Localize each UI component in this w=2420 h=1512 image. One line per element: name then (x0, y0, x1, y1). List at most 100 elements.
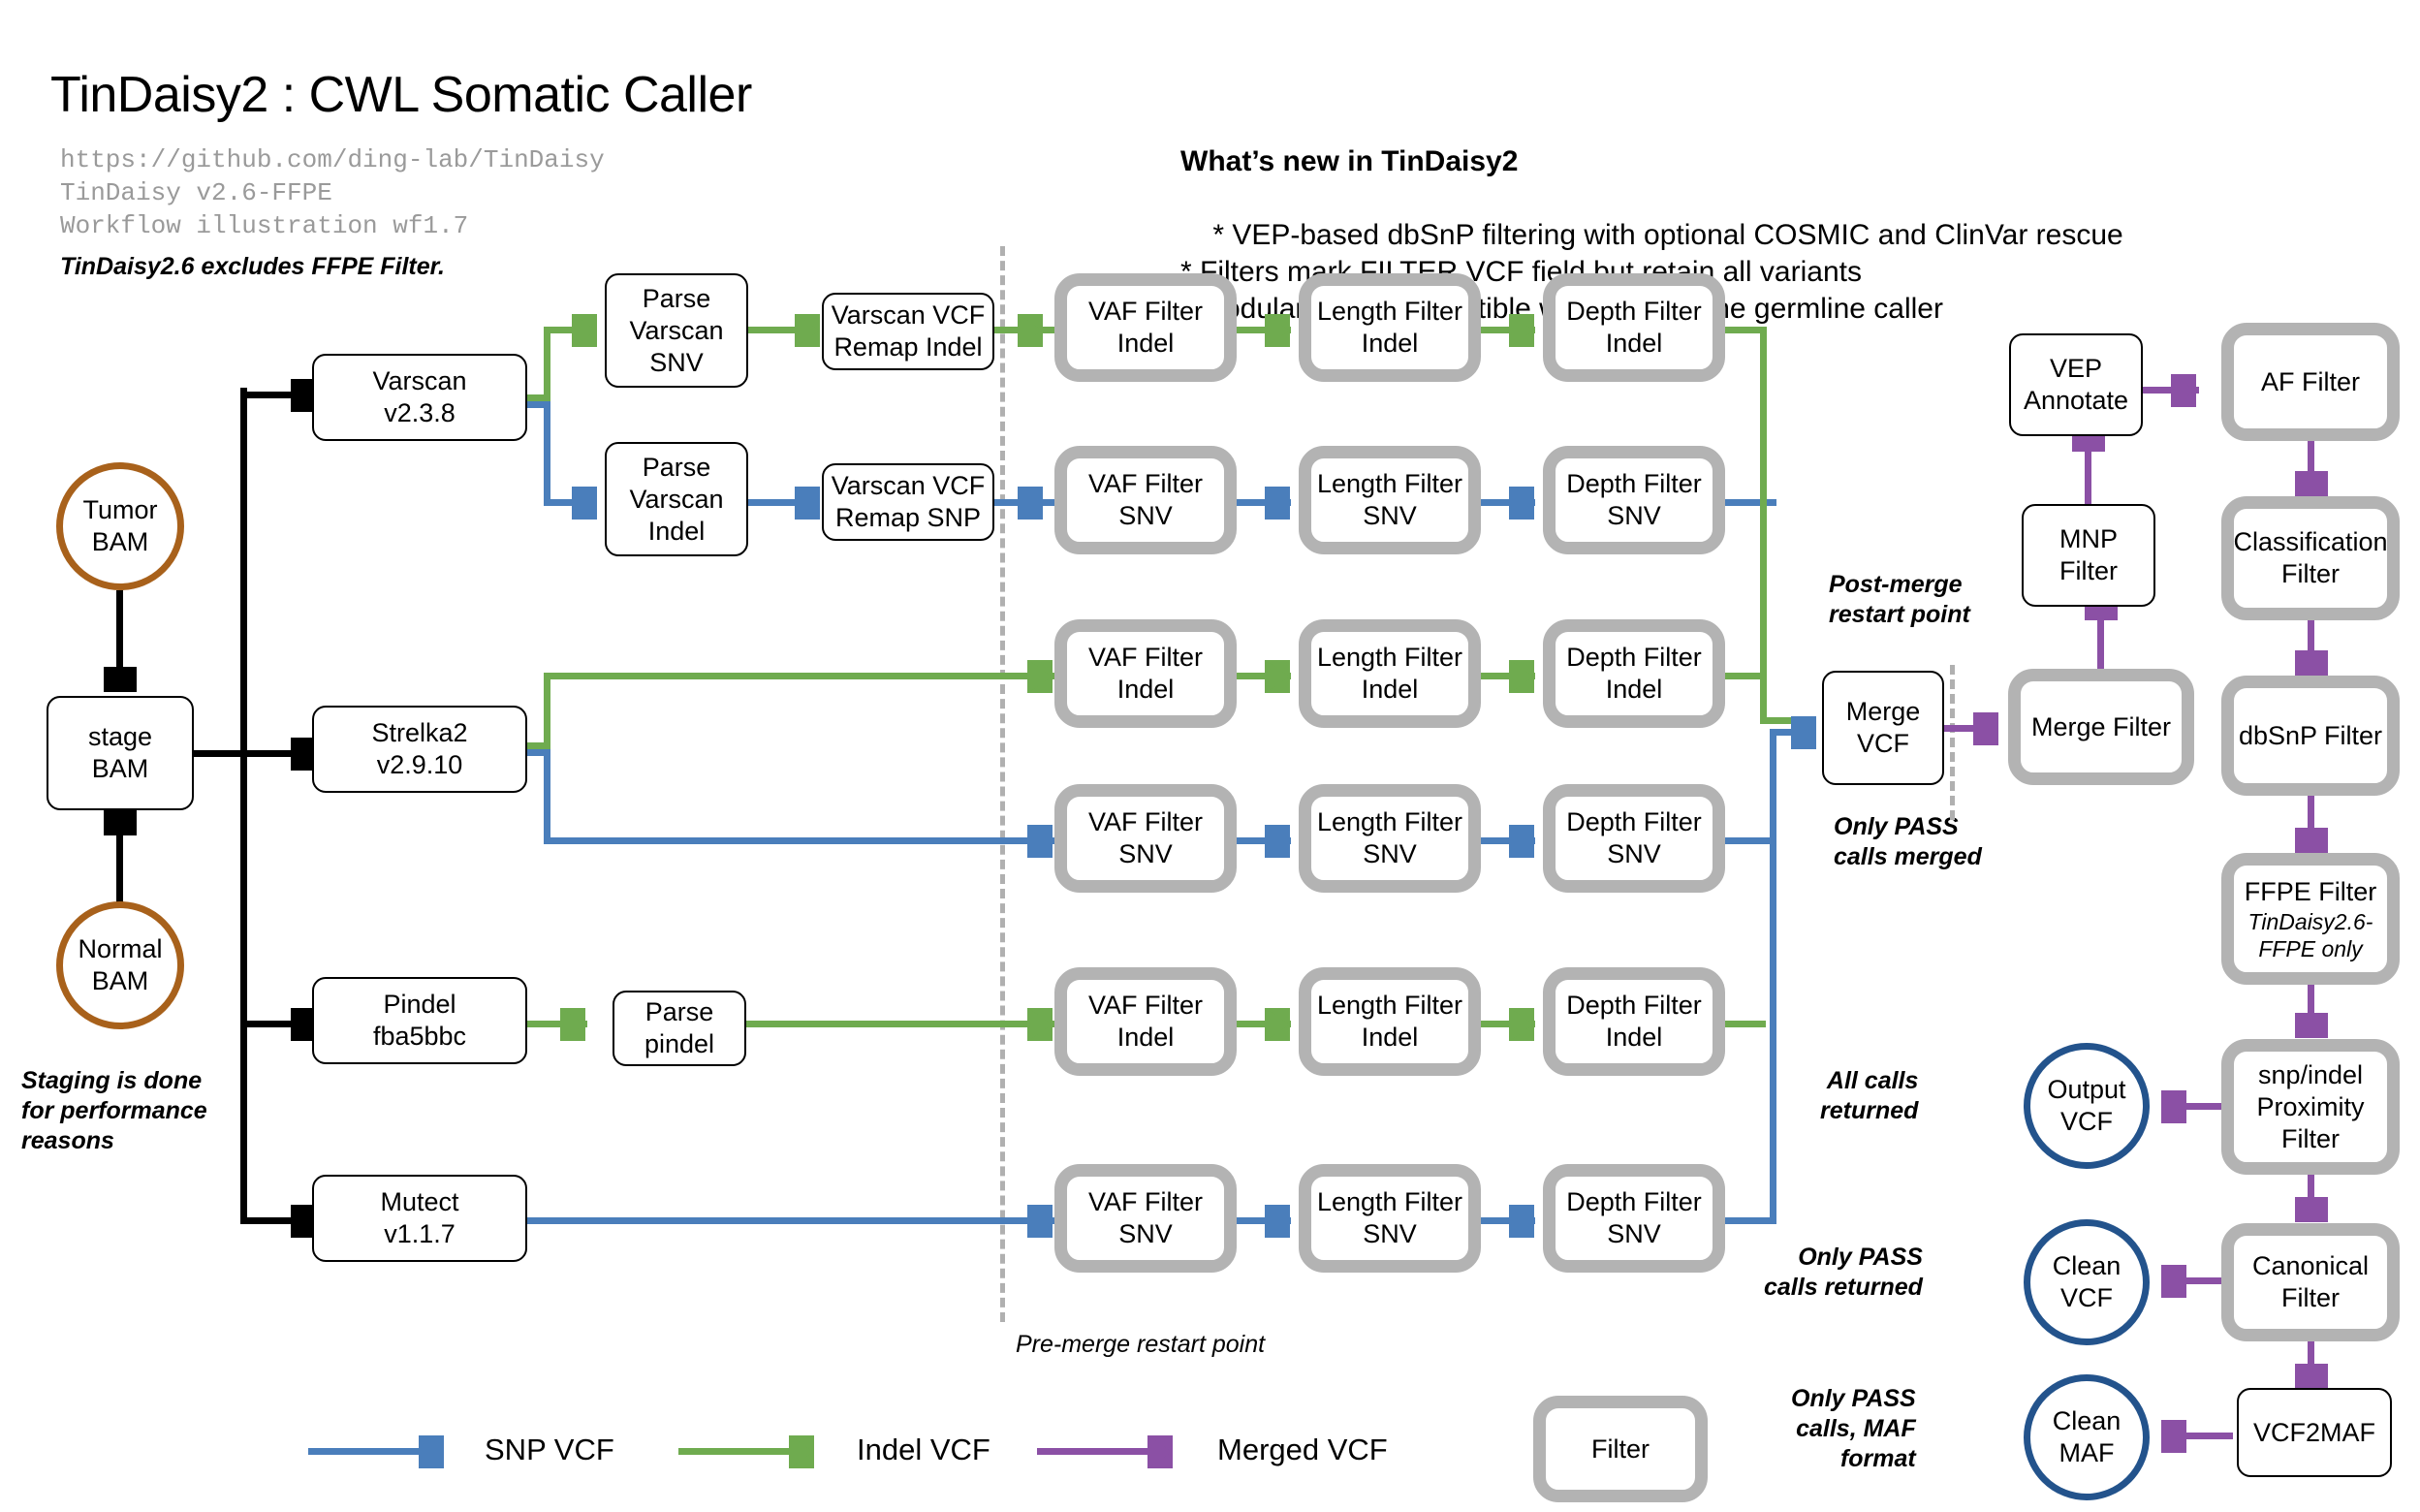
arrow-canonical-to-cleanvcf (2161, 1265, 2186, 1298)
legend-snp-line (308, 1448, 426, 1455)
canonical-filter-node[interactable]: Canonical Filter (2221, 1223, 2400, 1341)
edge-strelka-to-vaf-indel (544, 673, 1055, 679)
filter-vaf-r2[interactable]: VAF Filter SNV (1054, 446, 1237, 554)
filter-depth-r5[interactable]: Depth Filter Indel (1543, 967, 1725, 1076)
arrow-dbsnp-to-ffpe (2295, 828, 2328, 853)
arrow-parse-indel-to-remap (795, 487, 820, 520)
arrow-vcf2maf-to-cleanmaf (2161, 1420, 2186, 1453)
clean-vcf-note: Only PASS calls returned (1764, 1244, 1923, 1301)
arrow-af-to-classification (2295, 471, 2328, 496)
merge-vcf-node[interactable]: Merge VCF (1822, 671, 1944, 785)
ffpe-filter-label: FFPE Filter (2244, 876, 2377, 906)
proximity-filter-node[interactable]: snp/indel Proximity Filter (2221, 1039, 2400, 1175)
arrow-canonical-to-vcf2maf (2295, 1364, 2328, 1389)
edge-mnp-to-vep (2085, 452, 2091, 506)
clean-vcf-node[interactable]: Clean VCF (2024, 1219, 2150, 1345)
filter-vaf-r4[interactable]: VAF Filter SNV (1054, 784, 1237, 893)
caller-pindel[interactable]: Pindel fba5bbc (312, 977, 527, 1064)
page-title: TinDaisy2 : CWL Somatic Caller (50, 67, 752, 123)
edge-varscan-green-riser (544, 327, 550, 398)
clean-maf-node[interactable]: Clean MAF (2024, 1374, 2150, 1500)
post-merge-restart-line (1950, 665, 1955, 820)
arrow-r1-vaf-len (1265, 314, 1290, 347)
arrow-ffpe-to-proximity (2295, 1013, 2328, 1038)
legend-merged-arrow (1147, 1435, 1173, 1468)
edge-strelka-to-vaf-snv (544, 837, 1055, 844)
edge-strelka-blue-drop (544, 749, 550, 844)
parse-varscan-snv[interactable]: Parse Varscan SNV (605, 273, 748, 388)
edge-tumor-to-stage (116, 590, 123, 672)
classification-filter-node[interactable]: Classification Filter (2221, 496, 2400, 620)
legend-snp-arrow (419, 1435, 444, 1468)
arrow-r4-vaf-len (1265, 825, 1290, 858)
filter-length-r1[interactable]: Length Filter Indel (1299, 273, 1481, 382)
output-vcf-node[interactable]: Output VCF (2024, 1043, 2150, 1169)
legend-snp-label: SNP VCF (485, 1433, 614, 1466)
caller-varscan[interactable]: Varscan v2.3.8 (312, 354, 527, 441)
arrow-r5-vaf-len (1265, 1008, 1290, 1041)
filter-depth-r6[interactable]: Depth Filter SNV (1543, 1164, 1725, 1273)
legend-merged-line (1037, 1448, 1155, 1455)
parse-varscan-indel[interactable]: Parse Varscan Indel (605, 442, 748, 556)
edge-vcf2maf-to-cleanmaf (2186, 1433, 2233, 1439)
arrow-r6-len-dep (1509, 1205, 1534, 1238)
arrow-vep-to-af (2171, 374, 2196, 407)
caller-strelka2[interactable]: Strelka2 v2.9.10 (312, 706, 527, 793)
dbsnp-filter-node[interactable]: dbSnP Filter (2221, 676, 2400, 796)
filter-vaf-r3[interactable]: VAF Filter Indel (1054, 619, 1237, 728)
edge-normal-to-stage (116, 835, 123, 903)
normal-bam-node[interactable]: Normal BAM (56, 901, 184, 1029)
only-pass-calls-merged-note: Only PASS calls merged (1834, 813, 1982, 870)
varscan-vcf-remap-snp[interactable]: Varscan VCF Remap SNP (822, 463, 994, 541)
filter-depth-r2[interactable]: Depth Filter SNV (1543, 446, 1725, 554)
merge-filter-node[interactable]: Merge Filter (2008, 669, 2194, 785)
legend-indel-line (678, 1448, 797, 1455)
varscan-vcf-remap-indel[interactable]: Varscan VCF Remap Indel (822, 293, 994, 370)
parse-pindel[interactable]: Parse pindel (613, 991, 746, 1066)
edge-parse-indel-to-remap (748, 499, 801, 506)
edge-mergefilter-to-mnp (2097, 620, 2104, 671)
ffpe-filter-node[interactable]: FFPE Filter TinDaisy2.6- FFPE only (2221, 853, 2400, 985)
af-filter-node[interactable]: AF Filter (2221, 323, 2400, 441)
edge-bus-pindel (240, 1021, 297, 1027)
whats-new-heading: What’s new in TinDaisy2 (1180, 145, 1519, 177)
filter-vaf-r6[interactable]: VAF Filter SNV (1054, 1164, 1237, 1273)
arrow-normal-to-stage (104, 810, 137, 835)
filter-depth-r4[interactable]: Depth Filter SNV (1543, 784, 1725, 893)
filter-depth-r1[interactable]: Depth Filter Indel (1543, 273, 1725, 382)
edge-varscan-blue-drop (544, 401, 550, 506)
vcf2maf-node[interactable]: VCF2MAF (2237, 1388, 2392, 1477)
arrow-r5-len-dep (1509, 1008, 1534, 1041)
filter-length-r4[interactable]: Length Filter SNV (1299, 784, 1481, 893)
filter-vaf-r1[interactable]: VAF Filter Indel (1054, 273, 1237, 382)
vep-annotate-node[interactable]: VEP Annotate (2009, 333, 2143, 436)
filter-length-r6[interactable]: Length Filter SNV (1299, 1164, 1481, 1273)
arrow-mutect-to-vaf (1027, 1205, 1053, 1238)
edge-stage-out (194, 750, 247, 757)
filter-depth-r3[interactable]: Depth Filter Indel (1543, 619, 1725, 728)
edge-bus-varscan (240, 392, 297, 398)
arrow-parse-pindel-to-vaf (1027, 1008, 1053, 1041)
workflow-diagram: TinDaisy2 : CWL Somatic Caller https://g… (0, 0, 2420, 1512)
merge-bus-blue (1770, 729, 1776, 1221)
arrow-into-merge-vcf (1791, 716, 1816, 749)
mnp-filter-node[interactable]: MNP Filter (2022, 504, 2155, 607)
legend-indel-arrow (789, 1435, 814, 1468)
arrow-strelka-to-vaf-snv (1027, 825, 1053, 858)
edge-strelka-green-riser (544, 673, 550, 746)
filter-length-r5[interactable]: Length Filter Indel (1299, 967, 1481, 1076)
filter-length-r2[interactable]: Length Filter SNV (1299, 446, 1481, 554)
arrow-strelka-to-vaf-indel (1027, 660, 1053, 693)
arrow-proximity-to-outputvcf (2161, 1090, 2186, 1123)
caller-mutect[interactable]: Mutect v1.1.7 (312, 1175, 527, 1262)
staging-note: Staging is done for performance reasons (21, 1067, 207, 1154)
stage-bam-node[interactable]: stage BAM (47, 696, 194, 810)
arrow-parse-snv-to-remap (795, 314, 820, 347)
post-merge-restart-note: Post-merge restart point (1829, 571, 1970, 628)
filter-vaf-r5[interactable]: VAF Filter Indel (1054, 967, 1237, 1076)
tumor-bam-node[interactable]: Tumor BAM (56, 462, 184, 590)
filter-length-r3[interactable]: Length Filter Indel (1299, 619, 1481, 728)
legend-filter-box: Filter (1533, 1396, 1708, 1502)
edge-parse-snv-to-remap (748, 327, 801, 333)
edge-r2-to-bus (1725, 499, 1776, 506)
